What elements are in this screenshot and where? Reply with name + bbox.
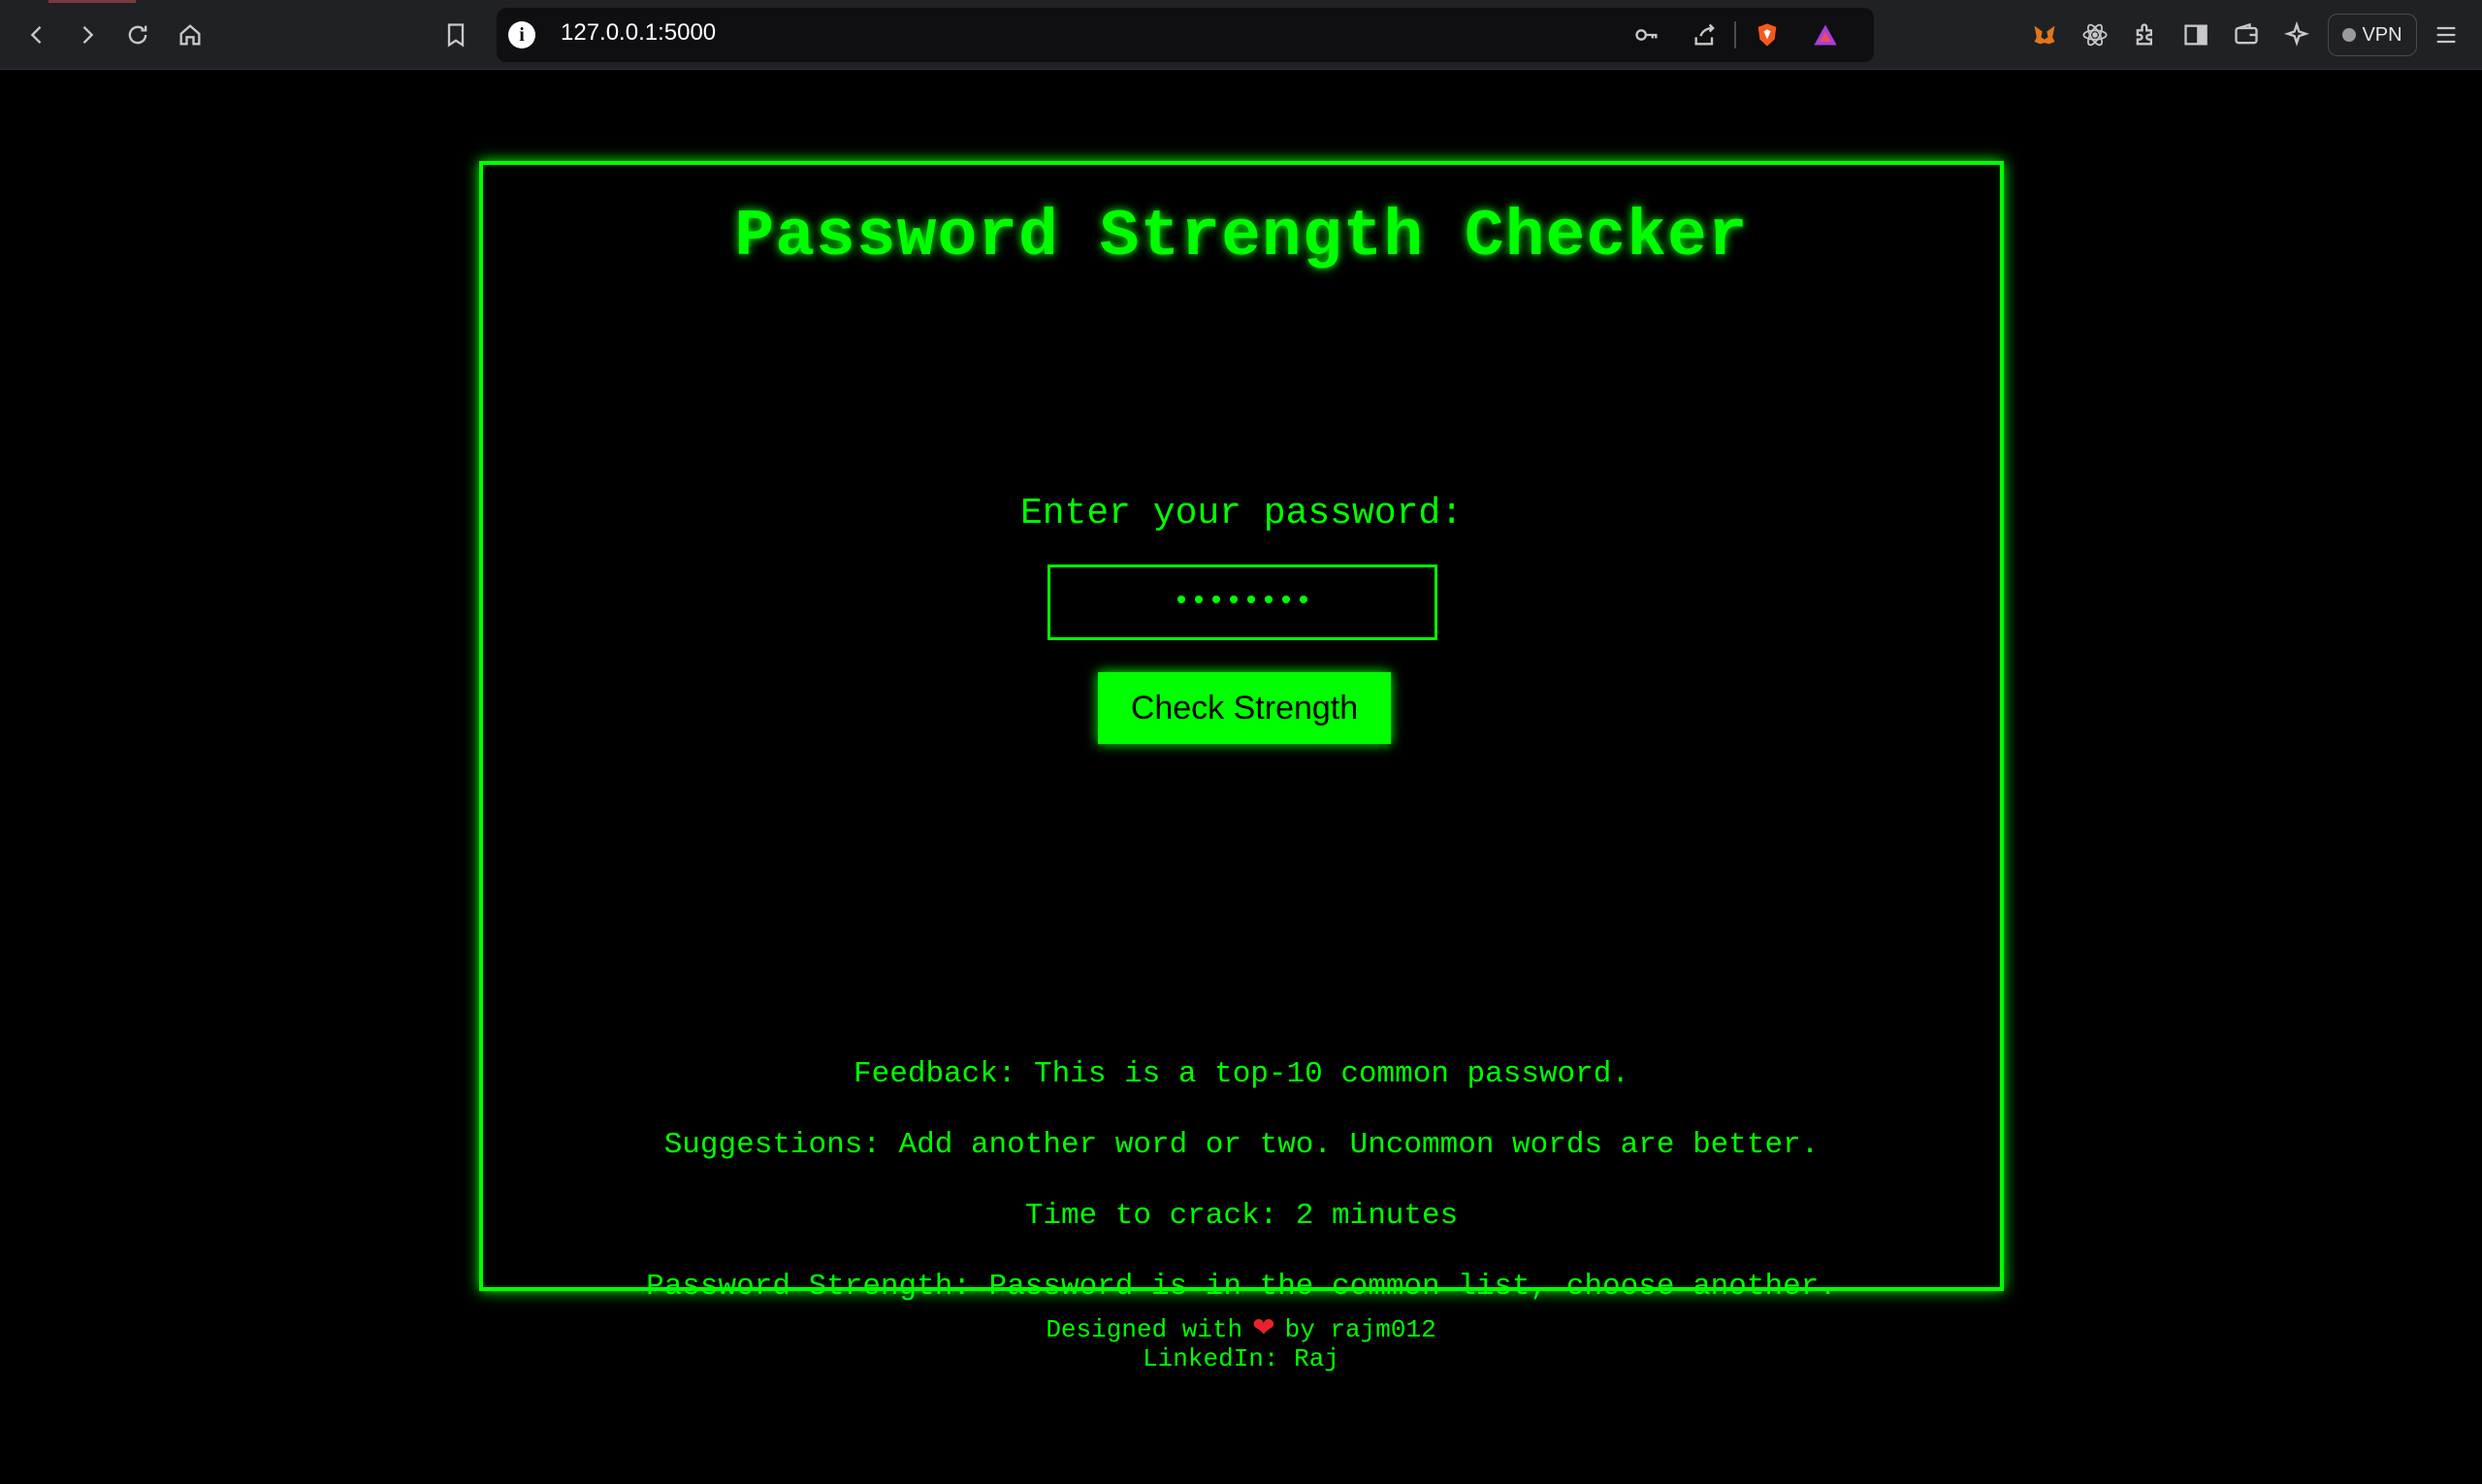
time-to-crack-text: Time to crack: 2 minutes xyxy=(1024,1199,1459,1233)
password-input[interactable] xyxy=(1048,565,1437,640)
brave-rewards-icon[interactable] xyxy=(1808,17,1843,52)
key-icon[interactable] xyxy=(1629,17,1664,52)
vpn-label: VPN xyxy=(2362,23,2402,46)
suggestions-text: Suggestions: Add another word or two. Un… xyxy=(663,1128,1820,1162)
home-icon[interactable] xyxy=(173,17,208,52)
react-devtools-icon[interactable] xyxy=(2078,17,2112,52)
leo-ai-icon[interactable] xyxy=(2279,17,2314,52)
site-info-icon[interactable]: i xyxy=(508,21,535,48)
browser-toolbar: i 127.0.0.1:5000 VPN xyxy=(0,0,2482,70)
password-label: Enter your password: xyxy=(1019,493,1464,534)
footer-linkedin[interactable]: LinkedIn: Raj xyxy=(0,1343,2482,1374)
sidebar-icon[interactable] xyxy=(2178,17,2213,52)
checker-panel: Password Strength Checker Enter your pas… xyxy=(479,161,2004,1304)
feedback-text: Feedback: This is a top-10 common passwo… xyxy=(854,1057,1629,1091)
active-tab-indicator xyxy=(48,0,136,3)
address-bar-divider xyxy=(1734,21,1736,48)
menu-icon[interactable] xyxy=(2429,17,2464,52)
vpn-status-icon xyxy=(2342,28,2357,42)
metamask-icon[interactable] xyxy=(2027,17,2062,52)
wallet-icon[interactable] xyxy=(2229,17,2264,52)
footer-author: by rajm012 xyxy=(1284,1315,1436,1344)
check-strength-button[interactable]: Check Strength xyxy=(1098,672,1391,744)
heart-icon: ❤ xyxy=(1252,1311,1275,1343)
footer-designed-prefix: Designed with xyxy=(1046,1315,1243,1344)
reload-icon[interactable] xyxy=(120,17,155,52)
forward-icon[interactable] xyxy=(70,17,105,52)
footer-credit: Designed with ❤ by rajm012 xyxy=(0,1312,2482,1345)
share-icon[interactable] xyxy=(1688,17,1723,52)
strength-text: Password Strength: Password is in the co… xyxy=(646,1270,1837,1304)
page-title: Password Strength Checker xyxy=(734,200,1749,274)
url-text[interactable]: 127.0.0.1:5000 xyxy=(561,19,716,47)
extensions-icon[interactable] xyxy=(2128,17,2163,52)
page-content: Password Strength Checker Enter your pas… xyxy=(0,70,2482,1484)
vpn-button[interactable]: VPN xyxy=(2328,14,2417,56)
back-icon[interactable] xyxy=(19,17,54,52)
bookmark-icon[interactable] xyxy=(438,17,473,52)
brave-shields-icon[interactable] xyxy=(1750,17,1785,52)
